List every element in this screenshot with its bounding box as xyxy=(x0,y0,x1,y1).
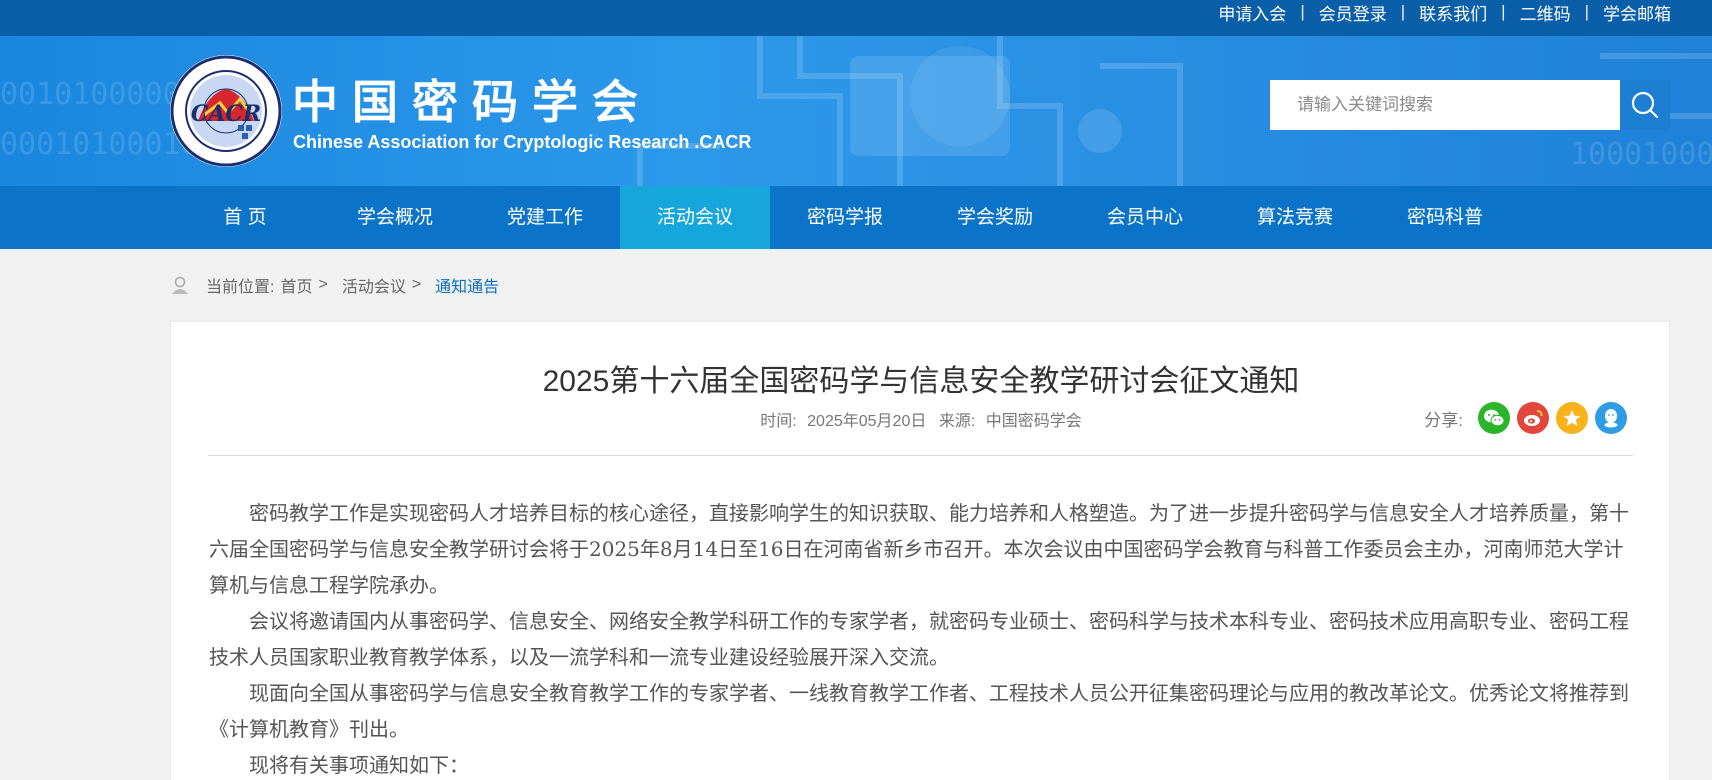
nav-item-home[interactable]: 首 页 xyxy=(170,186,320,249)
publish-date: 2025年05月20日 xyxy=(807,413,927,430)
breadcrumb-label: 当前位置: xyxy=(206,279,275,296)
share-label: 分享: xyxy=(1424,410,1463,430)
top-bar: 申请入会 | 会员登录 | 联系我们 | 二维码 | 学会邮箱 xyxy=(0,0,1712,36)
top-link-mail[interactable]: 学会邮箱 xyxy=(1603,0,1671,25)
logo-name-cn: 中国密码学会 xyxy=(292,75,652,129)
location-user-icon xyxy=(172,276,188,294)
breadcrumb-current[interactable]: 通知通告 xyxy=(435,273,499,297)
top-link-login[interactable]: 会员登录 xyxy=(1319,0,1387,25)
nav-item-overview[interactable]: 学会概况 xyxy=(320,186,470,249)
article-paragraph: 现将有关事项通知如下： xyxy=(249,753,469,777)
wechat-icon[interactable] xyxy=(1478,402,1510,434)
search-input[interactable] xyxy=(1270,80,1620,130)
top-link-qrcode[interactable]: 二维码 xyxy=(1520,0,1571,25)
nav-item-events[interactable]: 活动会议 xyxy=(620,186,770,249)
top-link-contact[interactable]: 联系我们 xyxy=(1419,0,1487,25)
nav-item-journal[interactable]: 密码学报 xyxy=(770,186,920,249)
breadcrumb-separator: > xyxy=(318,276,328,293)
time-label: 时间: xyxy=(760,413,797,430)
svg-text:10001000: 10001000 xyxy=(1570,137,1712,172)
search-box xyxy=(1270,80,1670,130)
share-bar: 分享: xyxy=(1424,402,1627,434)
title-divider xyxy=(208,455,1633,456)
breadcrumb-home[interactable]: 首页 xyxy=(280,273,312,297)
header-banner: 0010100000 00010100010 10001000 CACR 中国密… xyxy=(0,36,1712,186)
source-name: 中国密码学会 xyxy=(985,413,1082,430)
logo-name-en: Chinese Association for Cryptologic Rese… xyxy=(293,132,752,152)
qq-icon[interactable] xyxy=(1595,402,1627,434)
nav-item-awards[interactable]: 学会奖励 xyxy=(920,186,1070,249)
breadcrumb-events[interactable]: 活动会议 xyxy=(342,273,406,297)
article-card: 2025第十六届全国密码学与信息安全教学研讨会征文通知 时间: 2025年05月… xyxy=(170,321,1670,780)
article-title: 2025第十六届全国密码学与信息安全教学研讨会征文通知 xyxy=(542,365,1300,398)
source-label: 来源: xyxy=(938,413,976,430)
article-paragraph: 现面向全国从事密码学与信息安全教育教学工作的专家学者、一线教育教学工作者、工程技… xyxy=(209,681,1629,741)
nav-item-competition[interactable]: 算法竞赛 xyxy=(1220,186,1370,249)
article-body: 密码教学工作是实现密码人才培养目标的核心途径，直接影响学生的知识获取、能力培养和… xyxy=(209,495,1639,780)
article-paragraph: 密码教学工作是实现密码人才培养目标的核心途径，直接影响学生的知识获取、能力培养和… xyxy=(209,501,1629,597)
search-button[interactable] xyxy=(1620,80,1670,130)
main-nav: 首 页 学会概况 党建工作 活动会议 密码学报 学会奖励 会员中心 算法竞赛 密… xyxy=(0,186,1712,249)
qzone-icon[interactable] xyxy=(1556,402,1588,434)
nav-item-science[interactable]: 密码科普 xyxy=(1370,186,1520,249)
article-paragraph: 会议将邀请国内从事密码学、信息安全、网络安全教学科研工作的专家学者，就密码专业硕… xyxy=(209,609,1629,669)
top-link-separator: | xyxy=(1501,2,1506,21)
svg-text:0010100000: 0010100000 xyxy=(0,77,181,112)
top-links: 申请入会 | 会员登录 | 联系我们 | 二维码 | 学会邮箱 xyxy=(1218,0,1671,24)
top-link-separator: | xyxy=(1584,2,1589,21)
nav-item-members[interactable]: 会员中心 xyxy=(1070,186,1220,249)
top-link-apply[interactable]: 申请入会 xyxy=(1218,0,1286,25)
weibo-icon[interactable] xyxy=(1517,402,1549,434)
top-link-separator: | xyxy=(1300,2,1305,21)
breadcrumb-separator: > xyxy=(411,276,422,293)
breadcrumb: 当前位置: 首页 > 活动会议 > 通知通告 xyxy=(170,274,499,296)
cacr-seal-logo: CACR xyxy=(170,55,282,167)
top-link-separator: | xyxy=(1400,2,1406,21)
search-icon xyxy=(1631,91,1659,119)
svg-text:CACR: CACR xyxy=(191,101,261,127)
nav-item-party[interactable]: 党建工作 xyxy=(470,186,620,249)
